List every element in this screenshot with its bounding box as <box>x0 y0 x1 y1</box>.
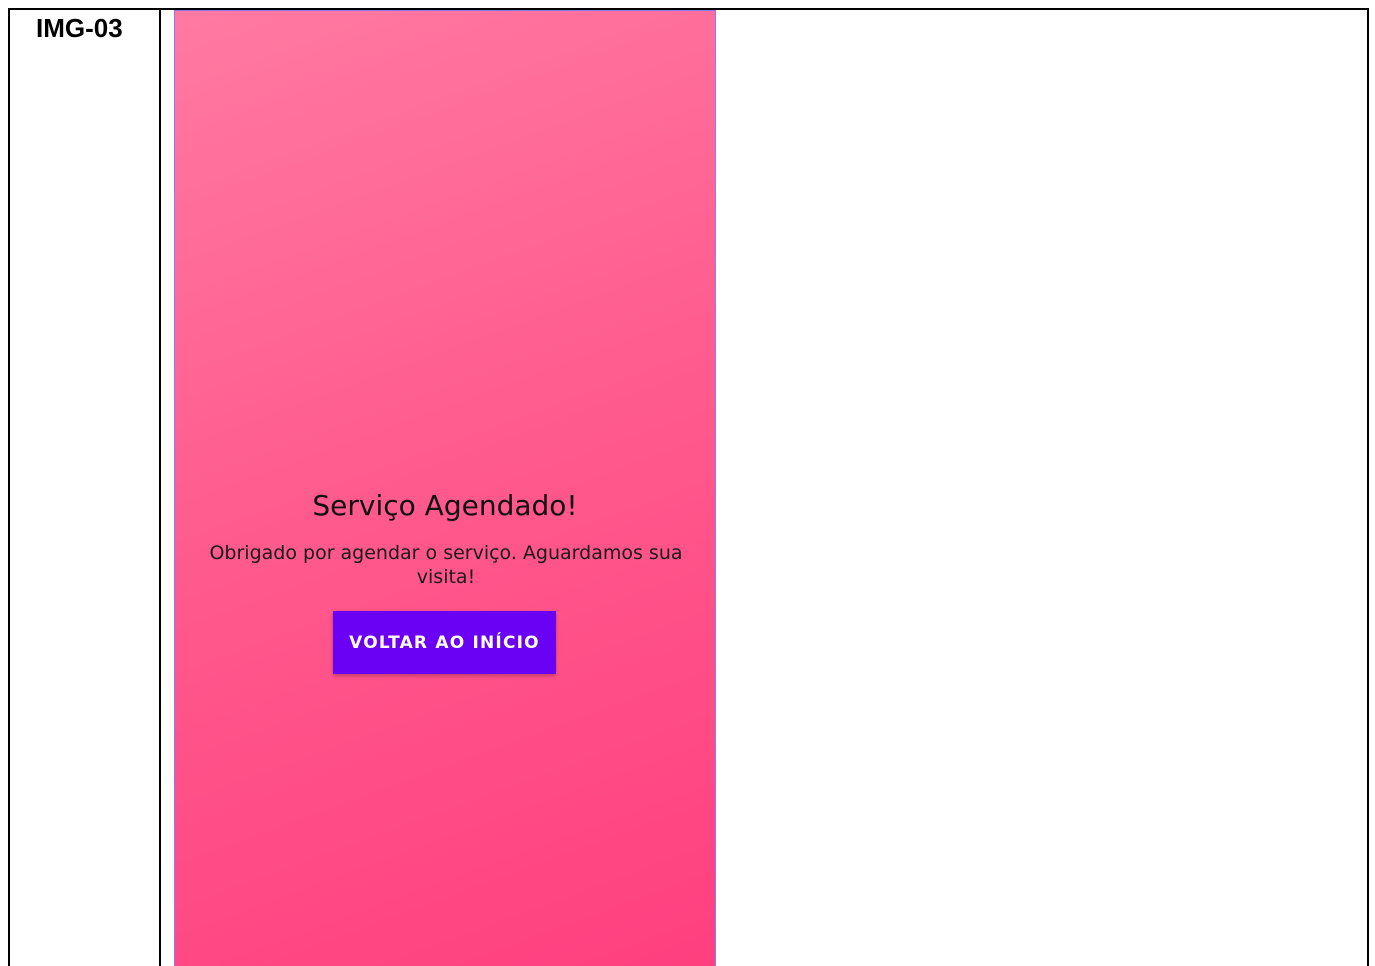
image-label: IMG-03 <box>36 13 123 43</box>
confirmation-title: Serviço Agendado! <box>312 489 578 522</box>
confirmation-message: Obrigado por agendar o serviço. Aguardam… <box>209 542 683 588</box>
back-to-home-button[interactable]: VOLTAR AO INÍCIO <box>333 611 556 674</box>
app-screen: Serviço Agendado! Obrigado por agendar o… <box>174 10 716 966</box>
image-label-cell: IMG-03 <box>10 10 161 966</box>
